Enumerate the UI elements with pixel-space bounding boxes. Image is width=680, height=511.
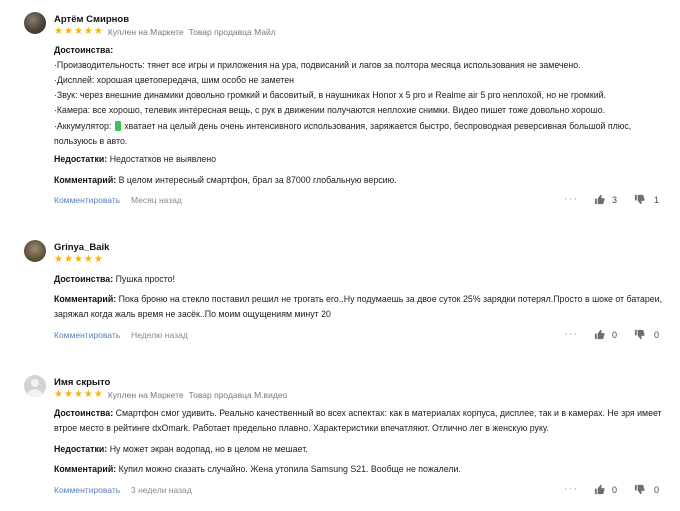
author-name[interactable]: Имя скрыто bbox=[54, 377, 110, 388]
cons-text: Недостатков не выявлено bbox=[109, 154, 216, 164]
more-dots-icon[interactable]: ··· bbox=[564, 328, 578, 340]
pros-label: Достоинства: bbox=[54, 274, 114, 284]
star-icon: ★ bbox=[83, 389, 93, 400]
review-meta: ★ ★ ★ ★ ★ Куплен на Маркете Товар продавца М… bbox=[54, 390, 288, 401]
comment-text-cont: заряжал когда жаль время не засёк..По мо… bbox=[54, 309, 331, 319]
comment-row: Комментарий: Пока броню на стекло постав… bbox=[54, 294, 664, 305]
pros-row: Достоинства: Смартфон смог удивить. Реал… bbox=[54, 408, 664, 419]
review-meta: ★ ★ ★ ★ ★ Куплен на Маркете Товар продавца М… bbox=[54, 27, 276, 38]
comment-button[interactable]: Комментировать bbox=[54, 330, 120, 340]
dislike-count: 1 bbox=[654, 195, 660, 205]
author-name[interactable]: Артём Смирнов bbox=[54, 14, 129, 25]
cons-row: Недостатки: Ну может экран водопад, но в… bbox=[54, 444, 664, 455]
more-dots-icon[interactable]: ··· bbox=[564, 483, 578, 495]
thumb-up-icon[interactable] bbox=[594, 194, 605, 205]
review-footer: Комментировать Месяц назад ··· 3 1 bbox=[54, 193, 662, 207]
star-icon: ★ bbox=[54, 389, 63, 400]
review-time: Неделю назад bbox=[131, 330, 188, 340]
battery-prefix: ·Аккумулятор: bbox=[54, 121, 112, 131]
seller-info: Товар продавца Майл bbox=[188, 27, 276, 37]
thumb-down-icon[interactable] bbox=[634, 484, 645, 495]
comment-text: Купил можно сказать случайно. Жена утопи… bbox=[118, 464, 461, 474]
pros-line: ·Дисплей: хорошая цветопередача, шим осо… bbox=[54, 75, 294, 85]
battery-text: хватает на целый день очень интенсивного… bbox=[124, 121, 632, 131]
review-time: 3 недели назад bbox=[131, 485, 192, 495]
dislike-count: 0 bbox=[654, 485, 660, 495]
comment-button[interactable]: Комментировать bbox=[54, 195, 120, 205]
purchase-source: Куплен на Маркете bbox=[107, 27, 184, 37]
star-icon: ★ bbox=[63, 389, 73, 400]
dislike-count: 0 bbox=[654, 330, 660, 340]
star-icon: ★ bbox=[83, 254, 93, 265]
comment-button[interactable]: Комментировать bbox=[54, 485, 120, 495]
cons-label: Недостатки: bbox=[54, 444, 108, 454]
star-icon: ★ bbox=[93, 254, 103, 265]
cons-label: Недостатки: bbox=[54, 154, 108, 164]
comment-row: Комментарий: Купил можно сказать случайн… bbox=[54, 464, 664, 475]
author-name[interactable]: Grinya_Baik bbox=[54, 242, 109, 253]
star-icon: ★ bbox=[73, 389, 83, 400]
comment-row: Комментарий: В целом интересный смартфон… bbox=[54, 175, 664, 186]
thumb-up-icon[interactable] bbox=[594, 329, 605, 340]
more-dots-icon[interactable]: ··· bbox=[564, 193, 578, 205]
review-footer: Комментировать 3 недели назад ··· 0 0 bbox=[54, 483, 662, 497]
star-icon: ★ bbox=[73, 254, 83, 265]
like-count: 0 bbox=[612, 330, 618, 340]
comment-label: Комментарий: bbox=[54, 294, 117, 304]
pros-line: ·Звук: через внешние динамики довольно г… bbox=[54, 90, 606, 100]
pros-row: Достоинства: Пушка просто! bbox=[54, 274, 664, 285]
like-count: 3 bbox=[612, 195, 618, 205]
rating-stars: ★ ★ ★ ★ ★ bbox=[54, 390, 103, 400]
star-icon: ★ bbox=[73, 26, 83, 37]
comment-label: Комментарий: bbox=[54, 175, 117, 185]
pros-text: Пушка просто! bbox=[115, 274, 175, 284]
review-footer: Комментировать Неделю назад ··· 0 0 bbox=[54, 328, 662, 342]
pros-text: Смартфон смог удивить. Реально качествен… bbox=[115, 408, 662, 418]
pros-label: Достоинства: bbox=[54, 408, 114, 418]
battery-icon bbox=[114, 121, 121, 131]
thumb-down-icon[interactable] bbox=[634, 194, 645, 205]
rating-stars: ★ ★ ★ ★ ★ bbox=[54, 255, 103, 265]
rating-stars: ★ ★ ★ ★ ★ bbox=[54, 27, 103, 37]
thumb-up-icon[interactable] bbox=[594, 484, 605, 495]
thumb-down-icon[interactable] bbox=[634, 329, 645, 340]
star-icon: ★ bbox=[93, 389, 103, 400]
star-icon: ★ bbox=[63, 254, 73, 265]
review-time: Месяц назад bbox=[131, 195, 182, 205]
pros-label: Достоинства: bbox=[54, 45, 114, 55]
review-meta: ★ ★ ★ ★ ★ bbox=[54, 255, 103, 265]
pros-text-cont: втрое место в рейтинге dxOmark. Работает… bbox=[54, 423, 549, 433]
comment-text: В целом интересный смартфон, брал за 870… bbox=[118, 175, 397, 185]
pros-line: ·Камера: все хорошо, телевик интересная … bbox=[54, 105, 606, 115]
star-icon: ★ bbox=[54, 26, 63, 37]
comment-label: Комментарий: bbox=[54, 464, 117, 474]
avatar[interactable] bbox=[24, 240, 46, 262]
star-icon: ★ bbox=[93, 26, 103, 37]
star-icon: ★ bbox=[83, 26, 93, 37]
cons-text: Ну может экран водопад, но в целом не ме… bbox=[109, 444, 308, 454]
cons-row: Недостатки: Недостатков не выявлено bbox=[54, 154, 664, 165]
like-count: 0 bbox=[612, 485, 618, 495]
avatar[interactable] bbox=[24, 12, 46, 34]
star-icon: ★ bbox=[63, 26, 73, 37]
pros-line-battery: ·Аккумулятор: хватает на целый день очен… bbox=[54, 121, 664, 132]
seller-info: Товар продавца М.видео bbox=[188, 390, 288, 400]
star-icon: ★ bbox=[54, 254, 63, 265]
purchase-source: Куплен на Маркете bbox=[107, 390, 184, 400]
pros-line: ·Производительность: тянет все игры и пр… bbox=[54, 60, 581, 70]
pros-line: пользуюсь в авто. bbox=[54, 136, 128, 146]
comment-text: Пока броню на стекло поставил решил не т… bbox=[118, 294, 663, 304]
avatar[interactable] bbox=[24, 375, 46, 397]
